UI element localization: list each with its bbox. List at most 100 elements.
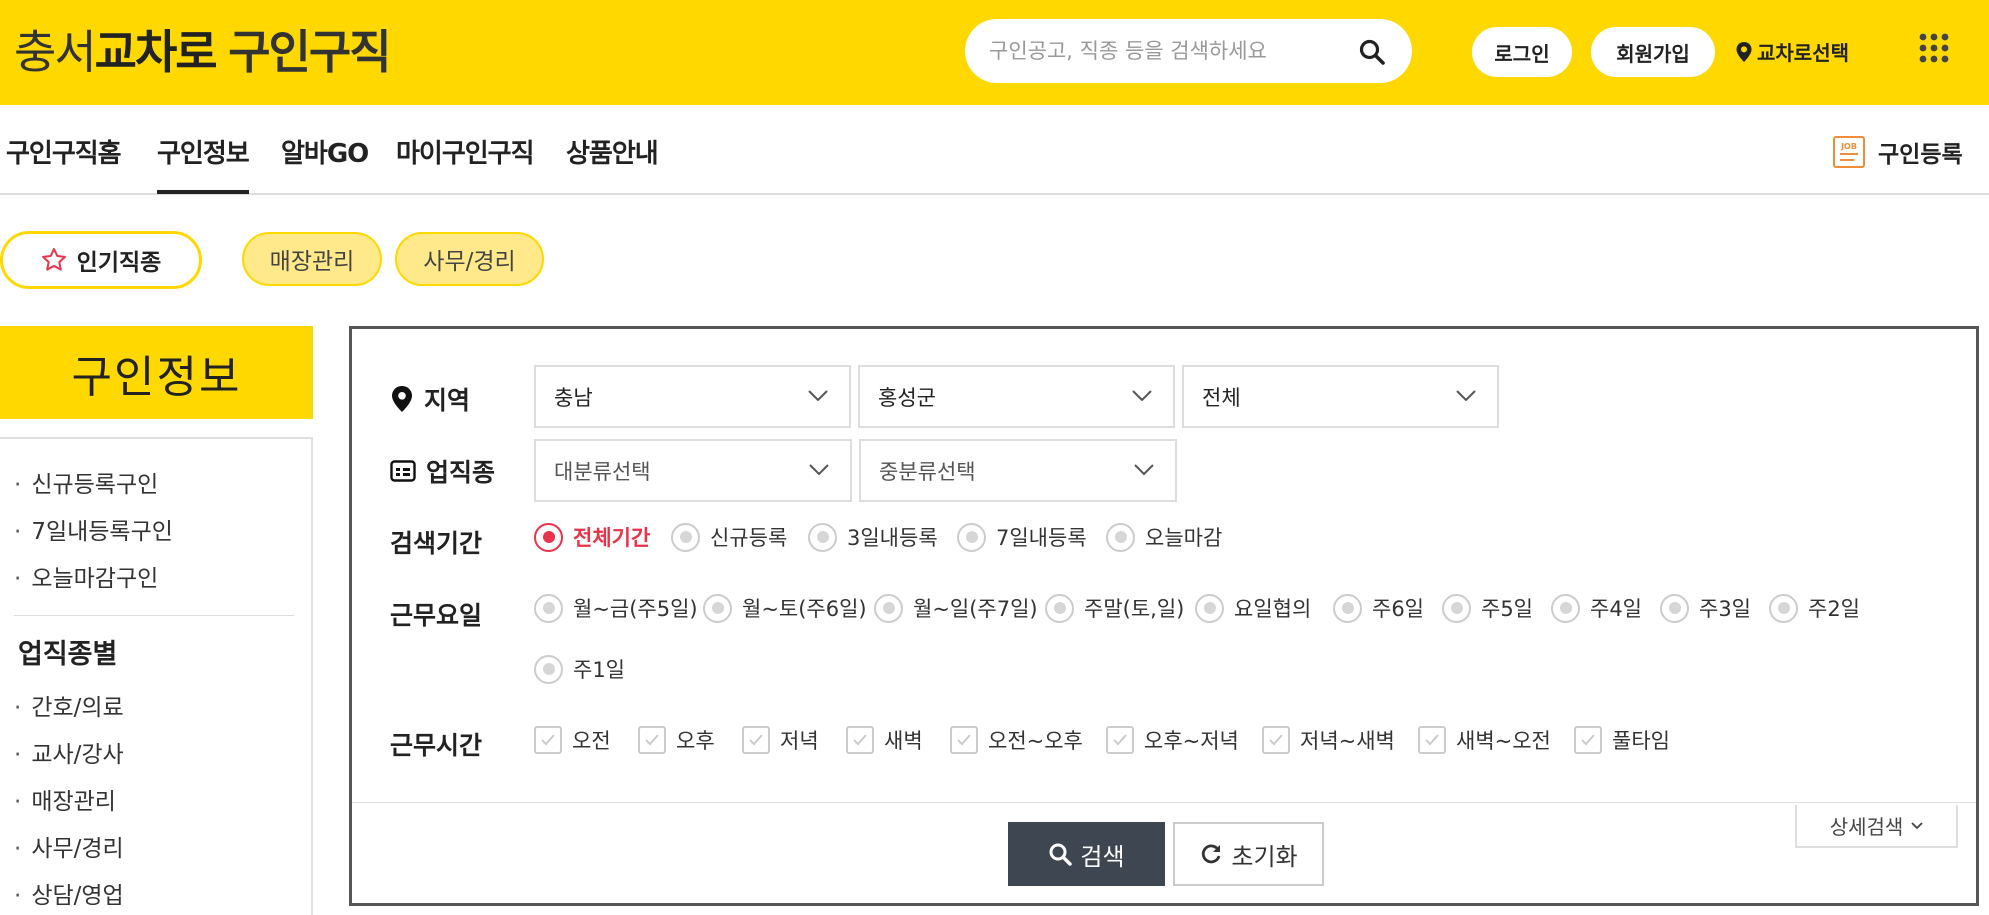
period-option-label: 전체기간: [573, 526, 651, 550]
panel-divider: [352, 802, 1976, 803]
search-icon[interactable]: [1358, 38, 1386, 66]
nav-my-jobs[interactable]: 마이구인구직: [396, 133, 535, 170]
days-option-1day[interactable]: 주1일: [534, 654, 625, 684]
search-button[interactable]: 검색: [1008, 822, 1165, 886]
map-pin-icon: [392, 386, 412, 412]
checkbox-icon: [1262, 726, 1290, 754]
days-option-label: 주5일: [1481, 597, 1534, 621]
days-option-mon-sat[interactable]: 월~토(주6일): [703, 593, 867, 623]
days-option-weekend[interactable]: 주말(토,일): [1045, 593, 1184, 623]
time-option-evening[interactable]: 저녁: [742, 725, 819, 755]
reset-button-label: 초기화: [1231, 842, 1298, 871]
star-icon: [41, 248, 66, 271]
time-option-dawn[interactable]: 새벽: [846, 725, 923, 755]
radio-icon: [534, 654, 563, 684]
reset-button[interactable]: 초기화: [1173, 822, 1324, 886]
chevron-down-icon: [1134, 464, 1154, 476]
id-card-icon: [390, 460, 416, 482]
chevron-down-icon: [1911, 821, 1923, 829]
detail-search-toggle[interactable]: 상세검색: [1795, 805, 1958, 848]
logo-service: 구인구직: [228, 25, 391, 79]
all-menu-grid-icon[interactable]: [1919, 33, 1949, 69]
sidebar-item-new[interactable]: 신규등록구인: [14, 465, 158, 499]
time-option-label: 새벽~오전: [1456, 729, 1551, 753]
region-town-select[interactable]: 전체: [1182, 365, 1499, 428]
search-box: [965, 19, 1412, 83]
time-option-afternoon[interactable]: 오후: [638, 725, 715, 755]
days-option-mon-fri[interactable]: 월~금(주5일): [534, 593, 698, 623]
sidebar-category-teacher[interactable]: 교사/강사: [14, 735, 123, 769]
sidebar-category-sales[interactable]: 상담/영업: [14, 876, 123, 910]
region-town-value: 전체: [1202, 385, 1241, 410]
period-option-7days[interactable]: 7일내등록: [957, 522, 1087, 552]
time-option-dawn-morning[interactable]: 새벽~오전: [1418, 725, 1551, 755]
job-middle-category-select[interactable]: 중분류선택: [859, 439, 1177, 502]
days-option-4days[interactable]: 주4일: [1551, 593, 1642, 623]
days-option-label: 주2일: [1808, 597, 1861, 621]
days-option-3days[interactable]: 주3일: [1660, 593, 1751, 623]
popular-jobs-chip[interactable]: 인기직종: [0, 231, 202, 289]
sidebar-item-7days[interactable]: 7일내등록구인: [14, 512, 173, 546]
chip-office-accounting[interactable]: 사무/경리: [395, 232, 544, 286]
checkbox-icon: [846, 726, 874, 754]
job-category-filter-label: 업직종: [390, 453, 495, 489]
time-option-afternoon-evening[interactable]: 오후~저녁: [1106, 725, 1239, 755]
days-option-6days[interactable]: 주6일: [1333, 593, 1424, 623]
job-document-icon: JOB: [1833, 136, 1865, 168]
radio-selected-icon: [534, 522, 563, 552]
signup-button[interactable]: 회원가입: [1591, 27, 1715, 77]
days-option-label: 주4일: [1590, 597, 1643, 621]
time-option-morning[interactable]: 오전: [534, 725, 611, 755]
days-option-2days[interactable]: 주2일: [1769, 593, 1860, 623]
sidebar-category-office[interactable]: 사무/경리: [14, 829, 123, 863]
nav-alba-go[interactable]: 알바GO: [281, 133, 369, 170]
chip-store-management[interactable]: 매장관리: [242, 232, 382, 286]
days-option-label: 월~금(주5일): [573, 597, 698, 621]
time-option-full-time[interactable]: 풀타임: [1574, 725, 1670, 755]
time-option-label: 오전: [572, 729, 611, 753]
job-major-category-select[interactable]: 대분류선택: [534, 439, 852, 502]
radio-icon: [1195, 593, 1224, 623]
time-option-label: 오후~저녁: [1144, 729, 1239, 753]
job-register-button[interactable]: JOB 구인등록: [1832, 135, 1963, 169]
site-logo[interactable]: 충서교차로 구인구직: [14, 25, 392, 79]
checkbox-icon: [742, 726, 770, 754]
time-option-evening-dawn[interactable]: 저녁~새벽: [1262, 725, 1395, 755]
location-select-button[interactable]: 교차로선택: [1735, 37, 1849, 66]
nav-job-info[interactable]: 구인정보: [157, 133, 250, 194]
top-header: 충서교차로 구인구직 로그인 회원가입 교차로선택: [0, 0, 1989, 105]
sidebar-category-nursing[interactable]: 간호/의료: [14, 688, 123, 722]
map-pin-icon: [1736, 41, 1752, 62]
nav-job-home[interactable]: 구인구직홈: [6, 133, 122, 170]
checkbox-icon: [534, 726, 562, 754]
days-option-mon-sun[interactable]: 월~일(주7일): [874, 593, 1038, 623]
radio-icon: [671, 522, 700, 552]
search-input[interactable]: [989, 31, 1349, 71]
radio-icon: [1333, 593, 1362, 623]
days-option-negotiable[interactable]: 요일협의: [1195, 593, 1311, 623]
job-middle-category-value: 중분류선택: [879, 459, 976, 484]
period-option-closing-today[interactable]: 오늘마감: [1106, 522, 1222, 552]
period-option-label: 오늘마감: [1145, 526, 1223, 550]
checkbox-icon: [1574, 726, 1602, 754]
chevron-down-icon: [1456, 390, 1476, 402]
time-option-morning-afternoon[interactable]: 오전~오후: [950, 725, 1083, 755]
sidebar-title: 구인정보: [0, 326, 313, 419]
days-option-5days[interactable]: 주5일: [1442, 593, 1533, 623]
sidebar-item-closing-today[interactable]: 오늘마감구인: [14, 559, 158, 593]
region-county-select[interactable]: 홍성군: [858, 365, 1175, 428]
radio-icon: [1769, 593, 1798, 623]
checkbox-icon: [950, 726, 978, 754]
radio-icon: [1045, 593, 1074, 623]
radio-icon: [874, 593, 903, 623]
period-option-3days[interactable]: 3일내등록: [808, 522, 938, 552]
nav-product-info[interactable]: 상품안내: [566, 133, 659, 170]
work-days-filter-label: 근무요일: [390, 601, 483, 630]
chevron-down-icon: [808, 390, 828, 402]
period-option-all[interactable]: 전체기간: [534, 522, 650, 552]
login-button[interactable]: 로그인: [1472, 27, 1572, 77]
sidebar-category-store[interactable]: 매장관리: [14, 782, 116, 816]
period-option-new[interactable]: 신규등록: [671, 522, 787, 552]
region-province-select[interactable]: 충남: [534, 365, 851, 428]
svg-text:JOB: JOB: [1840, 142, 1857, 151]
